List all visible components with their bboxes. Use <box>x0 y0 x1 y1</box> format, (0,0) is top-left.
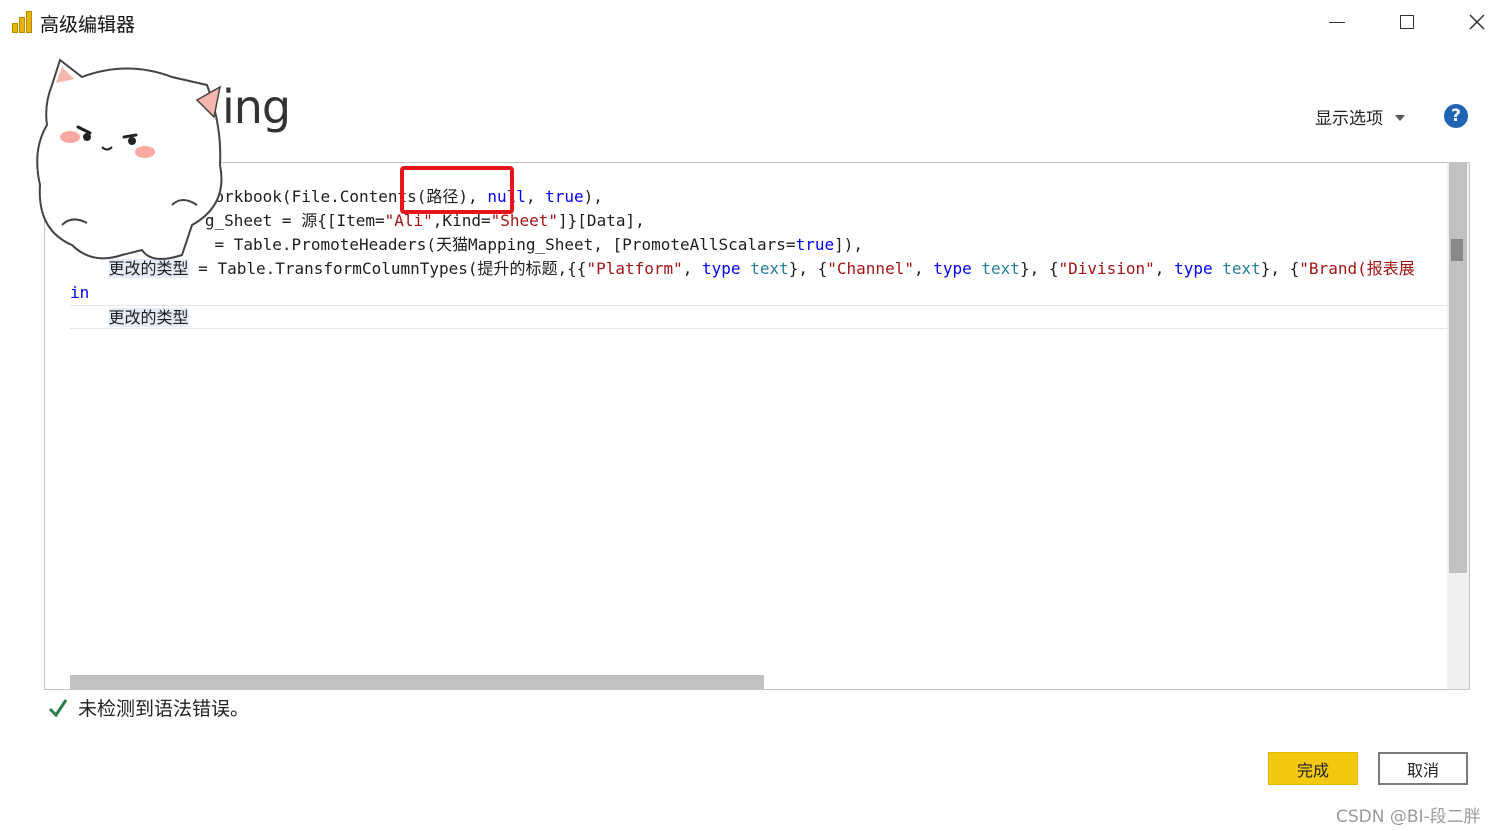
done-button[interactable]: 完成 <box>1268 752 1358 785</box>
query-name-heading: ing <box>222 80 291 134</box>
code-token: , <box>913 259 934 278</box>
code-token: = Table.TransformColumnTypes(提升的标题,{{ <box>188 259 587 278</box>
display-options-label: 显示选项 <box>1315 109 1383 129</box>
code-line[interactable]: .Workbook(File.Contents(路径), null, true)… <box>70 185 1448 209</box>
cancel-button[interactable]: 取消 <box>1378 752 1468 785</box>
code-line[interactable]: g_Sheet = 源{[Item="Ali",Kind="Sheet"]}[D… <box>70 209 1448 233</box>
code-token: true <box>545 187 584 206</box>
vertical-scrollbar[interactable] <box>1447 163 1469 689</box>
code-token: in <box>70 283 90 302</box>
code-line[interactable]: = Table.PromoteHeaders(天猫Mapping_Sheet, … <box>70 233 1448 257</box>
horizontal-scroll-thumb[interactable] <box>70 675 764 689</box>
code-token: }, { <box>788 259 828 278</box>
close-button[interactable] <box>1454 4 1500 40</box>
maximize-icon <box>1400 15 1414 29</box>
code-line[interactable]: in <box>70 281 1448 305</box>
maximize-button[interactable] <box>1384 4 1430 40</box>
close-icon <box>1469 14 1485 30</box>
code-token: ), <box>583 187 603 206</box>
syntax-status-text: 未检测到语法错误。 <box>78 698 250 720</box>
title-bar: 高级编辑器 <box>0 0 1508 44</box>
code-token: = Table.PromoteHeaders(天猫Mapping_Sheet, … <box>204 235 796 254</box>
code-editor[interactable]: .Workbook(File.Contents(路径), null, true)… <box>44 162 1470 690</box>
code-token: type <box>933 259 972 278</box>
watermark-text: CSDN @BI-段二胖 <box>1336 807 1481 827</box>
code-token: , <box>525 187 546 206</box>
vertical-scroll-thumb[interactable] <box>1449 163 1467 573</box>
cat-sticker-image <box>36 58 223 260</box>
power-bi-icon <box>12 11 32 33</box>
chevron-down-icon <box>1395 114 1405 121</box>
minimize-icon <box>1329 21 1345 23</box>
code-token: text <box>1222 259 1261 278</box>
window-title: 高级编辑器 <box>40 14 136 36</box>
minimize-button[interactable] <box>1314 4 1360 40</box>
code-token: }, { <box>1019 259 1059 278</box>
code-token: "Platform" <box>586 259 683 278</box>
code-token: , <box>1154 259 1175 278</box>
display-options-dropdown[interactable]: 显示选项 <box>1315 104 1405 129</box>
checkmark-icon <box>48 698 68 717</box>
code-token: ]), <box>834 235 864 254</box>
scroll-position-marker <box>1451 239 1463 261</box>
code-line[interactable]: 更改的类型 <box>70 305 1448 329</box>
code-line[interactable]: 更改的类型 = Table.TransformColumnTypes(提升的标题… <box>70 257 1448 281</box>
syntax-status: 未检测到语法错误。 <box>48 694 249 721</box>
code-token: true <box>795 235 835 254</box>
code-token: type <box>702 259 741 278</box>
code-token: "Division" <box>1058 259 1155 278</box>
help-icon[interactable]: ? <box>1444 104 1468 128</box>
code-token: , <box>682 259 703 278</box>
code-token: text <box>750 259 789 278</box>
code-token: ]}[Data], <box>558 211 645 230</box>
red-highlight-box <box>400 166 514 214</box>
code-token: 更改的类型 <box>108 308 189 327</box>
code-token: "Brand(报表展 <box>1299 259 1415 278</box>
code-token: text <box>981 259 1020 278</box>
code-token: }, { <box>1260 259 1300 278</box>
code-token: "Channel" <box>827 259 914 278</box>
code-token: type <box>1174 259 1213 278</box>
code-content[interactable]: .Workbook(File.Contents(路径), null, true)… <box>70 185 1448 329</box>
